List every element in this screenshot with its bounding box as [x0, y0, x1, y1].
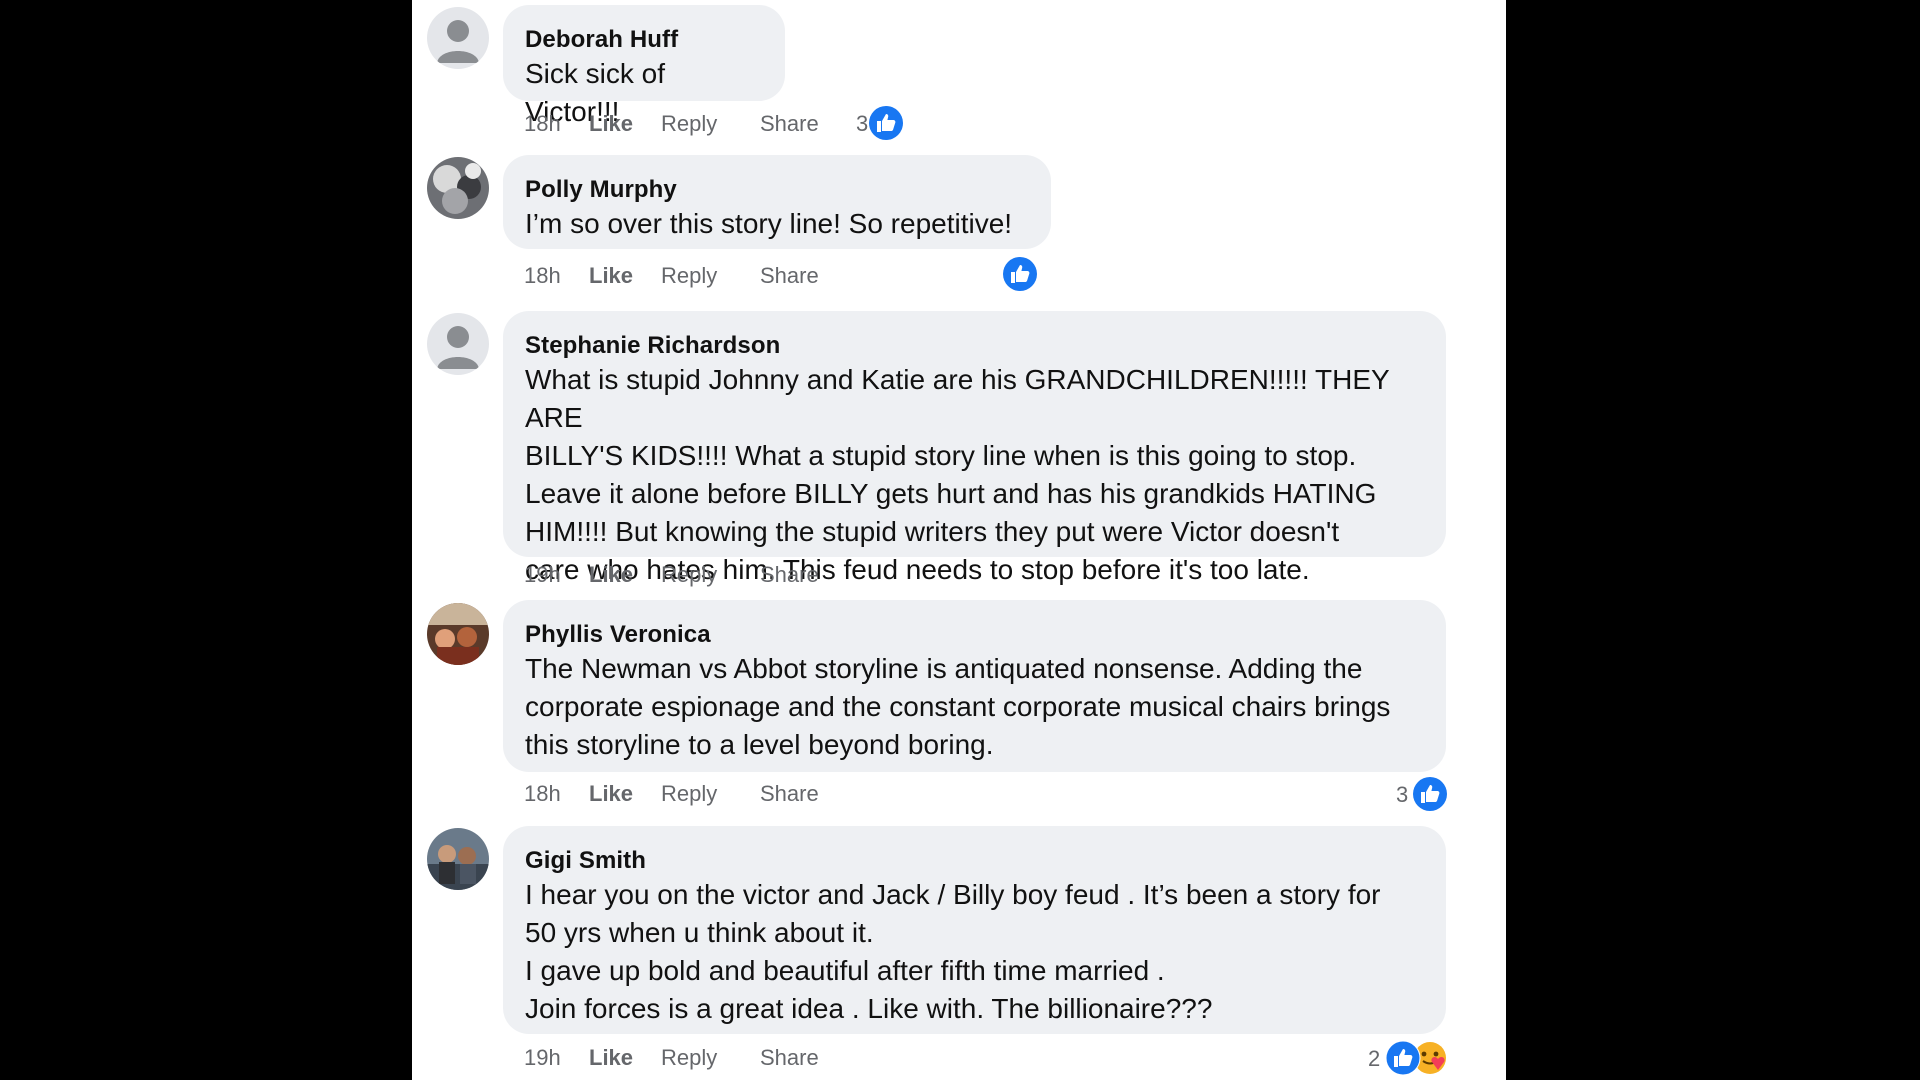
reaction-summary[interactable]: 2: [1352, 1040, 1452, 1076]
comment-bubble: Deborah Huff Sick sick of Victor!!!: [503, 5, 785, 127]
photo-avatar-icon: [427, 828, 489, 890]
reaction-summary[interactable]: [1002, 256, 1042, 292]
reply-button[interactable]: Reply: [661, 1041, 717, 1075]
reaction-summary[interactable]: 3: [1384, 776, 1450, 812]
comment-text: care who hates him. This feud needs to s…: [525, 554, 1310, 585]
like-button[interactable]: Like: [589, 777, 633, 811]
avatar[interactable]: [427, 157, 489, 219]
like-icon: [1385, 1040, 1421, 1076]
comment-author[interactable]: Deborah Huff: [525, 25, 763, 55]
reply-button[interactable]: Reply: [661, 107, 717, 141]
reaction-count: 2: [1368, 1046, 1381, 1071]
share-button[interactable]: Share: [760, 259, 819, 293]
avatar[interactable]: [427, 603, 489, 665]
share-button[interactable]: Share: [760, 777, 819, 811]
comment-text: BILLY'S KIDS!!!! What a stupid story lin…: [525, 440, 1357, 471]
like-icon: [869, 106, 903, 140]
comment-timestamp[interactable]: 18h: [524, 107, 561, 141]
share-button[interactable]: Share: [760, 107, 819, 141]
comment-timestamp[interactable]: 19h: [524, 558, 561, 592]
comment-text: HIM!!!! But knowing the stupid writers t…: [525, 516, 1340, 547]
comment-bubble: Polly Murphy I’m so over this story line…: [503, 155, 1051, 249]
reaction-count: 3: [856, 111, 869, 136]
comment-text: Join forces is a great idea . Like with.…: [525, 993, 1213, 1024]
reaction-count: 3: [1396, 782, 1409, 807]
comment-bubble: Phyllis Veronica The Newman vs Abbot sto…: [503, 600, 1446, 772]
comments-panel: Deborah Huff Sick sick of Victor!!! 18h …: [412, 0, 1506, 1080]
comment-timestamp[interactable]: 18h: [524, 777, 561, 811]
comment-text: this storyline to a level beyond boring.: [525, 729, 994, 760]
avatar[interactable]: [427, 7, 489, 69]
comment-text: corporate espionage and the constant cor…: [525, 691, 1391, 722]
reaction-summary[interactable]: 3: [843, 105, 903, 141]
comment-text: The Newman vs Abbot storyline is antiqua…: [525, 653, 1363, 684]
comment-bubble: Stephanie Richardson What is stupid John…: [503, 311, 1446, 585]
like-button[interactable]: Like: [589, 107, 633, 141]
reply-button[interactable]: Reply: [661, 558, 717, 592]
reply-button[interactable]: Reply: [661, 259, 717, 293]
avatar[interactable]: [427, 313, 489, 375]
share-button[interactable]: Share: [760, 558, 819, 592]
comment-author[interactable]: Phyllis Veronica: [525, 620, 1424, 650]
comment-timestamp[interactable]: 19h: [524, 1041, 561, 1075]
like-button[interactable]: Like: [589, 259, 633, 293]
photo-avatar-icon: [427, 603, 489, 665]
like-button[interactable]: Like: [589, 558, 633, 592]
comment-text: I’m so over this story line! So repetiti…: [525, 208, 1013, 239]
comment-bubble: Gigi Smith I hear you on the victor and …: [503, 826, 1446, 1034]
comment-text: 50 yrs when u think about it.: [525, 917, 874, 948]
like-button[interactable]: Like: [589, 1041, 633, 1075]
reply-button[interactable]: Reply: [661, 777, 717, 811]
comment-text: I hear you on the victor and Jack / Bill…: [525, 879, 1381, 910]
comment-author[interactable]: Polly Murphy: [525, 175, 1029, 205]
comment-author[interactable]: Stephanie Richardson: [525, 331, 1424, 361]
share-button[interactable]: Share: [760, 1041, 819, 1075]
comment-text: I gave up bold and beautiful after fifth…: [525, 955, 1165, 986]
default-avatar-icon: [427, 313, 489, 375]
avatar[interactable]: [427, 828, 489, 890]
default-avatar-icon: [427, 7, 489, 69]
like-icon: [1413, 777, 1447, 811]
comment-text: Leave it alone before BILLY gets hurt an…: [525, 478, 1377, 509]
photo-avatar-icon: [427, 157, 489, 219]
comment-text: What is stupid Johnny and Katie are his …: [525, 364, 1390, 433]
like-icon: [1003, 257, 1037, 291]
comment-author[interactable]: Gigi Smith: [525, 846, 1424, 876]
comment-timestamp[interactable]: 18h: [524, 259, 561, 293]
